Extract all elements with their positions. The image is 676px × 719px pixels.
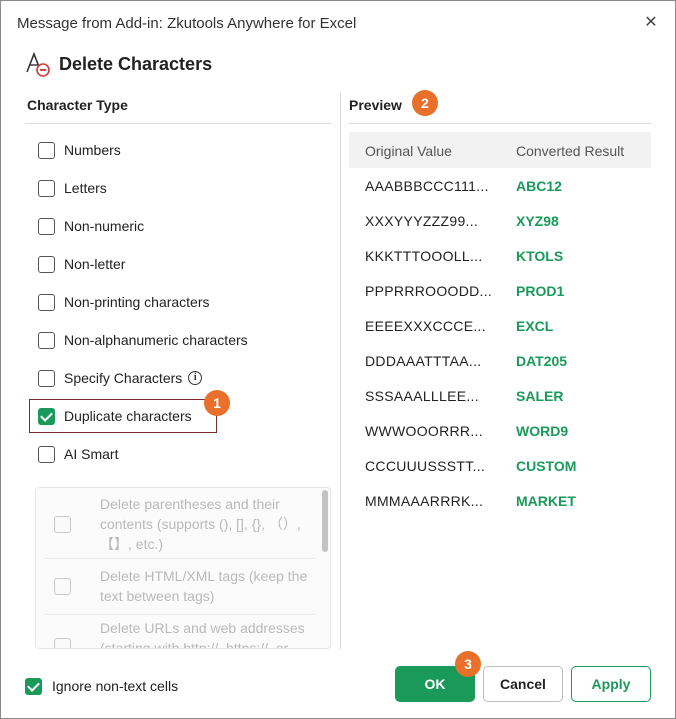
option-non-letter[interactable]: Non-letter — [38, 254, 125, 274]
original-value: MMMAAARRRK... — [365, 493, 484, 509]
title-bar: Message from Add-in: Zkutools Anywhere f… — [1, 1, 675, 45]
info-icon[interactable]: i — [188, 371, 203, 385]
step-badge-2: 2 — [412, 90, 438, 116]
table-row: EEEEXXXCCCE... EXCL — [349, 309, 651, 344]
panel-separator — [340, 93, 341, 649]
preview-label: Preview — [349, 97, 402, 113]
option-label: Non-numeric — [64, 218, 145, 234]
table-row: KKKTTTOOOLL... KTOLS — [349, 239, 651, 274]
ai-option-divider — [44, 614, 316, 615]
close-icon[interactable]: ✕ — [639, 11, 663, 35]
ai-option-text: Delete parentheses and their contents (s… — [100, 496, 301, 552]
html-tags-checkbox — [54, 578, 71, 595]
cancel-button[interactable]: Cancel — [483, 666, 563, 702]
table-row: WWWOOORRR... WORD9 — [349, 414, 651, 449]
converted-result: SALER — [516, 388, 564, 404]
original-value: CCCUUUSSSTT... — [365, 458, 486, 474]
window-title: Message from Add-in: Zkutools Anywhere f… — [17, 15, 357, 32]
parentheses-checkbox — [54, 516, 71, 533]
option-non-printing[interactable]: Non-printing characters — [38, 292, 210, 312]
option-specify-characters[interactable]: Specify Characters i — [38, 368, 203, 388]
converted-result: PROD1 — [516, 283, 565, 299]
numbers-checkbox[interactable] — [38, 141, 55, 159]
ai-option-text: Delete HTML/XML tags (keep the text betw… — [100, 568, 308, 604]
non-alphanumeric-checkbox[interactable] — [38, 331, 55, 349]
ai-smart-checkbox[interactable] — [38, 445, 55, 463]
option-label: Non-letter — [64, 256, 126, 272]
ignore-non-text-label: Ignore non-text cells — [52, 678, 179, 694]
preview-table-header: Original Value Converted Result — [349, 132, 651, 168]
ai-option-urls: Delete URLs and web addresses (starting … — [36, 618, 316, 649]
original-value: EEEEXXXCCCE... — [365, 318, 486, 334]
option-non-alphanumeric[interactable]: Non-alphanumeric characters — [38, 330, 248, 350]
option-label: AI Smart — [64, 446, 119, 462]
non-numeric-checkbox[interactable] — [38, 217, 55, 235]
converted-result: ABC12 — [516, 178, 562, 194]
non-letter-checkbox[interactable] — [38, 255, 55, 273]
specify-characters-checkbox[interactable] — [38, 369, 55, 387]
option-numbers[interactable]: Numbers — [38, 140, 121, 160]
urls-checkbox — [54, 638, 71, 648]
converted-result: XYZ98 — [516, 213, 559, 229]
converted-result: MARKET — [516, 493, 576, 509]
table-row: PPPRRROOODD... PROD1 — [349, 274, 651, 309]
original-value: XXXYYYZZZ99... — [365, 213, 479, 229]
ai-smart-options-panel: Delete parentheses and their contents (s… — [35, 487, 331, 649]
dialog-heading: Delete Characters — [59, 53, 213, 74]
option-label: Specify Characters — [64, 370, 183, 386]
dialog-window: Message from Add-in: Zkutools Anywhere f… — [0, 0, 676, 719]
original-value: KKKTTTOOOLL... — [365, 248, 483, 264]
converted-result: KTOLS — [516, 248, 564, 264]
option-label: Numbers — [64, 142, 121, 158]
apply-button[interactable]: Apply — [571, 666, 651, 702]
ai-option-text: Delete URLs and web addresses (starting … — [100, 620, 305, 649]
option-non-numeric[interactable]: Non-numeric — [38, 216, 144, 236]
table-row: CCCUUUSSSTT... CUSTOM — [349, 449, 651, 484]
right-divider — [349, 123, 651, 124]
converted-result: EXCL — [516, 318, 554, 334]
original-value: WWWOOORRR... — [365, 423, 483, 439]
table-row: XXXYYYZZZ99... XYZ98 — [349, 204, 651, 239]
option-label: Letters — [64, 180, 107, 196]
original-value: SSSAAALLLEE... — [365, 388, 479, 404]
left-divider — [25, 123, 331, 124]
letters-checkbox[interactable] — [38, 179, 55, 197]
option-label: Non-printing characters — [64, 294, 210, 310]
step-badge-3: 3 — [455, 651, 481, 677]
character-type-label: Character Type — [27, 97, 128, 113]
ai-options-scrollbar[interactable] — [320, 488, 330, 648]
step-badge-1: 1 — [204, 390, 230, 416]
scrollbar-thumb[interactable] — [322, 490, 328, 552]
option-label: Non-alphanumeric characters — [64, 332, 248, 348]
highlight-box — [29, 399, 217, 433]
table-row: AAABBBCCC111... ABC12 — [349, 169, 651, 204]
table-row: MMMAAARRRK... MARKET — [349, 484, 651, 519]
delete-characters-icon — [25, 50, 51, 78]
ai-option-html-tags: Delete HTML/XML tags (keep the text betw… — [36, 564, 316, 608]
converted-result: CUSTOM — [516, 458, 577, 474]
option-ai-smart[interactable]: AI Smart — [38, 444, 118, 464]
option-letters[interactable]: Letters — [38, 178, 107, 198]
converted-result: WORD9 — [516, 423, 569, 439]
ai-option-divider — [44, 558, 316, 559]
ignore-non-text-option[interactable]: Ignore non-text cells — [25, 676, 178, 696]
table-row: DDDAAATTTAA... DAT205 — [349, 344, 651, 379]
original-value: AAABBBCCC111... — [365, 178, 489, 194]
ignore-non-text-checkbox[interactable] — [25, 677, 42, 695]
ai-option-parentheses: Delete parentheses and their contents (s… — [36, 494, 316, 558]
original-value: PPPRRROOODD... — [365, 283, 493, 299]
table-row: SSSAAALLLEE... SALER — [349, 379, 651, 414]
column-header-converted: Converted Result — [516, 143, 625, 159]
dialog-header: Delete Characters — [25, 49, 212, 79]
column-header-original: Original Value — [365, 143, 452, 159]
non-printing-checkbox[interactable] — [38, 293, 55, 311]
converted-result: DAT205 — [516, 353, 568, 369]
original-value: DDDAAATTTAA... — [365, 353, 482, 369]
